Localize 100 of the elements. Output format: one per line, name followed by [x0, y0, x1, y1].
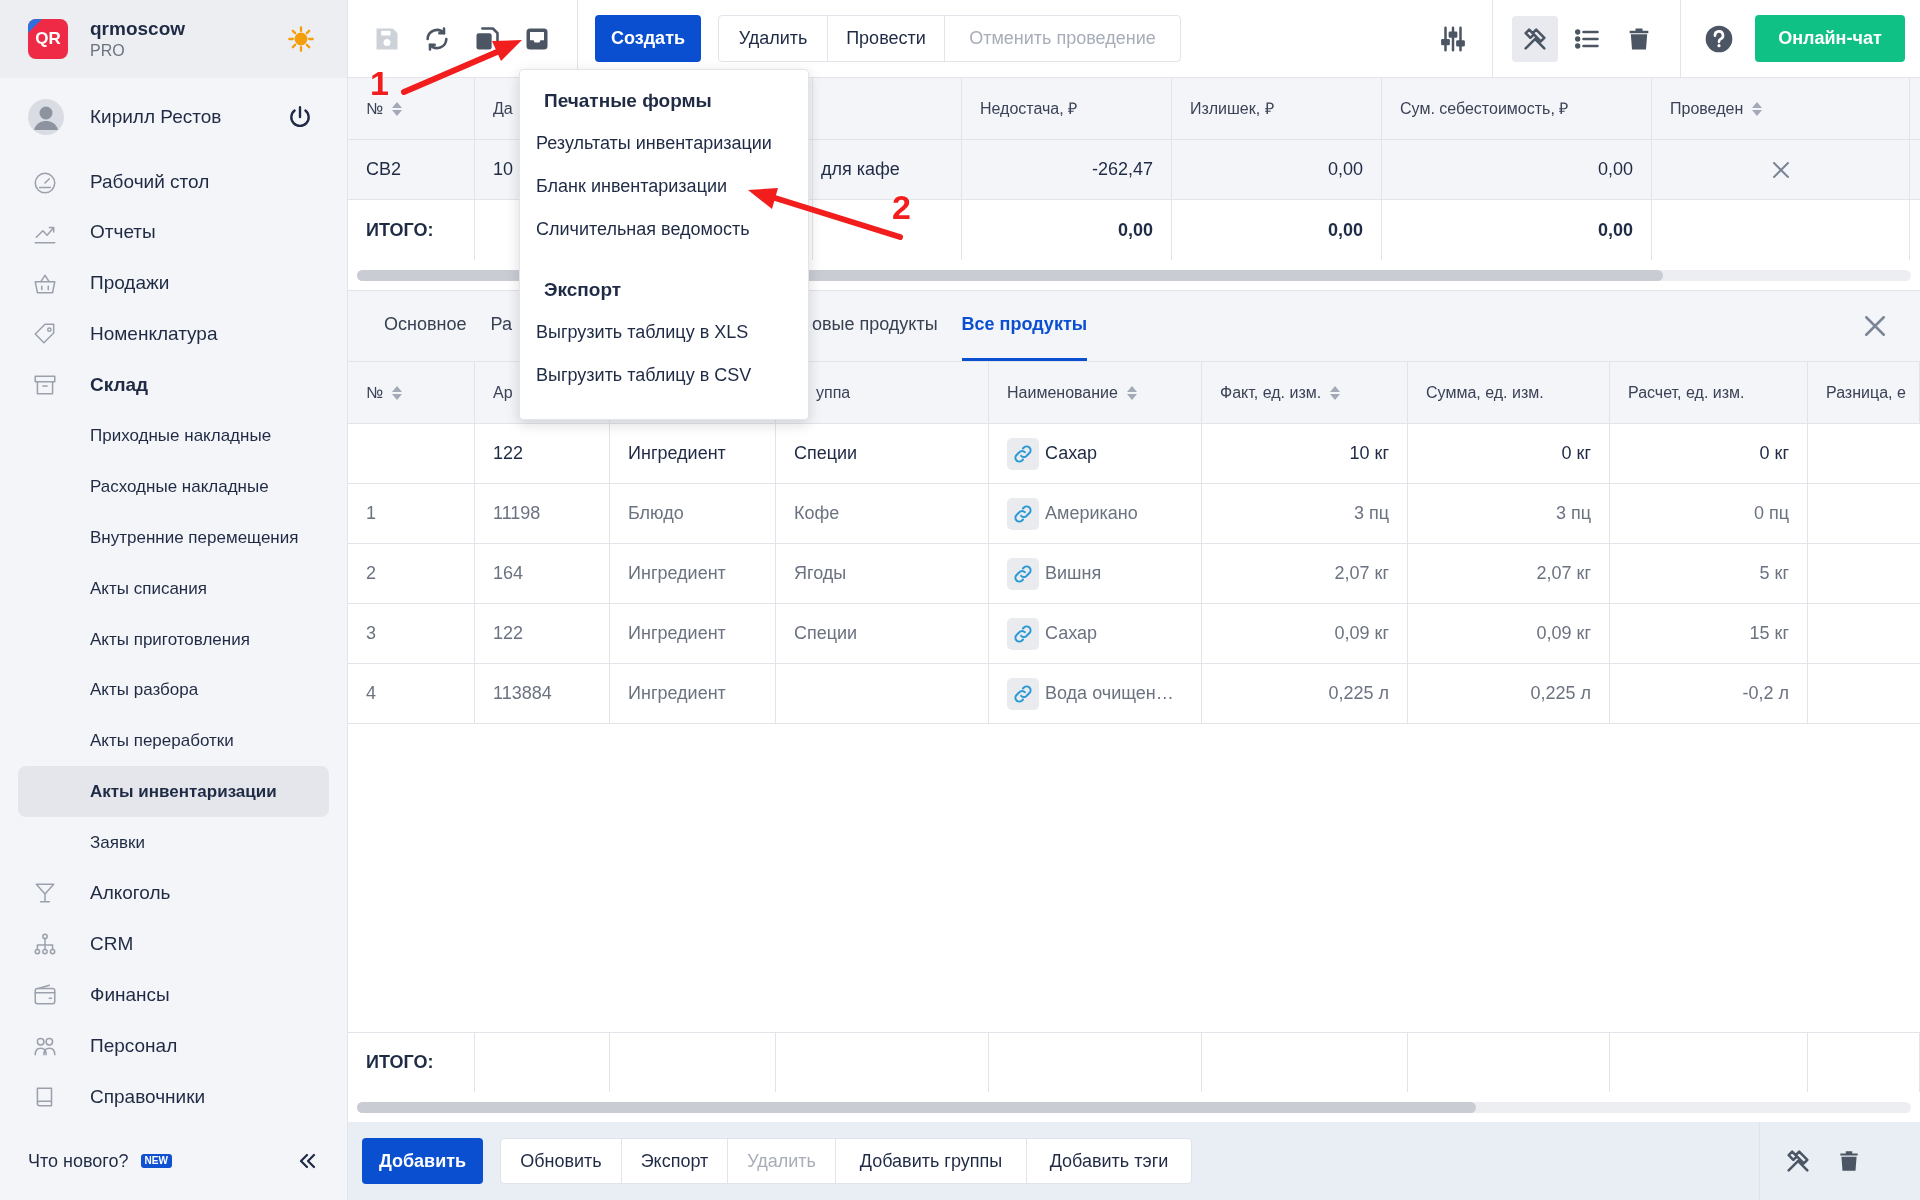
action-button[interactable]: Добавить группы: [835, 1139, 1026, 1183]
column-header: Излишек, ₽: [1190, 98, 1274, 119]
sidebar-subitem[interactable]: Акты приготовления: [18, 613, 329, 665]
column-header: Ар: [493, 382, 513, 403]
action-button[interactable]: Экспорт: [621, 1139, 727, 1183]
column-header: Факт, ед. изм.: [1220, 382, 1322, 403]
create-button[interactable]: Создать: [595, 15, 701, 62]
avatar: [28, 99, 64, 136]
total-label: ИТОГО:: [366, 218, 434, 242]
menu-item[interactable]: Выгрузить таблицу в CSV: [536, 358, 792, 393]
table-cell-text: 2: [366, 562, 376, 585]
tab[interactable]: Ра: [490, 291, 512, 361]
menu-item[interactable]: Сличительная ведомость: [536, 212, 792, 247]
table-cell-text: 0,225 л: [1530, 682, 1591, 705]
sidebar-item[interactable]: Персонал: [18, 1020, 329, 1072]
sidebar-item[interactable]: Склад: [18, 359, 329, 411]
column-header: Расчет, ед. изм.: [1628, 382, 1745, 403]
sort-icon[interactable]: [1751, 100, 1764, 117]
tab[interactable]: Основное: [384, 291, 467, 361]
sidebar-subitem[interactable]: Акты списания: [18, 563, 329, 614]
sidebar-item[interactable]: Финансы: [18, 969, 329, 1021]
table-cell-text: 0,00: [1327, 158, 1363, 181]
sidebar-subitem[interactable]: Расходные накладные: [18, 461, 329, 513]
action-button[interactable]: Добавить тэги: [1026, 1139, 1191, 1183]
account-name: qrmoscow: [90, 17, 186, 41]
sort-icon[interactable]: [391, 100, 404, 117]
tools-icon[interactable]: [1784, 1147, 1812, 1175]
new-badge: NEW: [140, 1154, 172, 1169]
link-icon-badge[interactable]: [1007, 497, 1039, 530]
sidebar-item[interactable]: Алкоголь: [18, 868, 329, 919]
sidebar-item[interactable]: Номенклатура: [18, 308, 329, 360]
column-header: Разница, е: [1826, 382, 1906, 403]
sidebar-item[interactable]: Отчеты: [18, 207, 329, 259]
table-cell-text: 0,09 кг: [1536, 622, 1591, 645]
table-cell-text: Вишня: [1045, 562, 1102, 585]
toolbar-button[interactable]: Провести: [827, 16, 944, 61]
table-cell-text: Специи: [794, 442, 858, 465]
table-cell-text: 2,07 кг: [1334, 562, 1389, 585]
table-row[interactable]: 3 122 Ингредиент Специи Сахар 0,09 кг 0,09 кг 15 кг: [348, 604, 1920, 664]
sidebar-subitem[interactable]: Акты инвентаризации: [18, 766, 329, 818]
tab[interactable]: овые продукты: [811, 291, 938, 361]
column-header: Да: [493, 98, 513, 119]
column-header: уппа: [816, 382, 851, 403]
sidebar-item[interactable]: Продажи: [18, 258, 329, 309]
refresh-icon[interactable]: [423, 24, 451, 53]
toolbar-button[interactable]: Удалить: [719, 16, 827, 61]
sidebar-subitem[interactable]: Приходные накладные: [18, 410, 329, 462]
column-header: Сум. себестоимость, ₽: [1400, 98, 1569, 119]
sidebar-subitem[interactable]: Акты разбора: [18, 664, 329, 716]
sort-icon[interactable]: [391, 384, 404, 401]
table-cell-text: -262,47: [1091, 158, 1153, 181]
sort-icon[interactable]: [1125, 384, 1138, 401]
table-cell-text: 0,225 л: [1328, 682, 1389, 705]
sidebar-subitem[interactable]: Заявки: [18, 817, 329, 869]
plan-label: PRO: [90, 40, 126, 61]
toolbar-icon-button[interactable]: [1512, 15, 1558, 62]
sort-icon[interactable]: [1329, 384, 1342, 401]
copy-icon[interactable]: [473, 24, 501, 53]
column-header: Проведен: [1670, 98, 1744, 119]
link-icon-badge[interactable]: [1007, 677, 1039, 710]
column-header: Сумма, ед. изм.: [1426, 382, 1544, 403]
sidebar-item[interactable]: Справочники: [18, 1071, 329, 1123]
sidebar-subitem[interactable]: Акты переработки: [18, 715, 329, 767]
logo: QR: [28, 18, 68, 59]
table-row[interactable]: 1 11198 Блюдо Кофе Американо 3 пц 3 пц 0 пц: [348, 484, 1920, 544]
sidebar-item[interactable]: Рабочий стол: [18, 156, 329, 208]
whats-new-link[interactable]: Что нового?: [28, 1147, 129, 1175]
link-icon-badge[interactable]: [1007, 557, 1039, 590]
table-cell-text: 3 пц: [1555, 502, 1591, 525]
column-header: Недостача, ₽: [980, 98, 1078, 119]
table-cell-text: Специи: [794, 622, 858, 645]
action-button[interactable]: Обновить: [501, 1139, 621, 1183]
table-row[interactable]: 122 Ингредиент Специи Сахар 10 кг 0 кг 0 кг: [348, 424, 1920, 484]
link-icon: [1012, 682, 1034, 705]
table-cell-text: 15 кг: [1749, 622, 1789, 645]
scrollbar-thumb[interactable]: [357, 1101, 1476, 1113]
user-name: Кирилл Рестов: [90, 104, 222, 129]
menu-heading: Печатные формы: [543, 88, 713, 113]
table-row[interactable]: 2 164 Ингредиент Ягоды Вишня 2,07 кг 2,07 кг 5 кг: [348, 544, 1920, 604]
table-cell-text: 0,09 кг: [1334, 622, 1389, 645]
link-icon: [1012, 562, 1034, 585]
total-label: ИТОГО:: [366, 1051, 434, 1074]
link-icon-badge[interactable]: [1007, 437, 1039, 470]
link-icon-badge[interactable]: [1007, 617, 1039, 650]
annotation-number: 1: [370, 66, 389, 100]
table-cell-text: 0,00: [1597, 158, 1633, 181]
sun-icon[interactable]: [287, 24, 315, 53]
table-cell-text: Вода очищен…: [1045, 682, 1174, 705]
table-row[interactable]: 4 113884 Ингредиент Вода очищен… 0,225 л 0,225 л -0,2 л: [348, 664, 1920, 724]
menu-heading: Экспорт: [543, 277, 623, 302]
add-button[interactable]: Добавить: [362, 1138, 483, 1184]
sidebar-subitem[interactable]: Внутренние перемещения: [18, 512, 329, 564]
sidebar-item[interactable]: CRM: [18, 918, 329, 970]
table-cell-text: Ингредиент: [628, 682, 726, 705]
scrollbar[interactable]: [357, 1101, 1911, 1113]
table-cell-text: Ингредиент: [628, 562, 726, 585]
table-cell-text: Блюдо: [628, 502, 684, 525]
menu-item[interactable]: Выгрузить таблицу в XLS: [536, 315, 792, 350]
table-cell-text: 5 кг: [1759, 562, 1789, 585]
table-cell-text: 3: [366, 622, 376, 645]
